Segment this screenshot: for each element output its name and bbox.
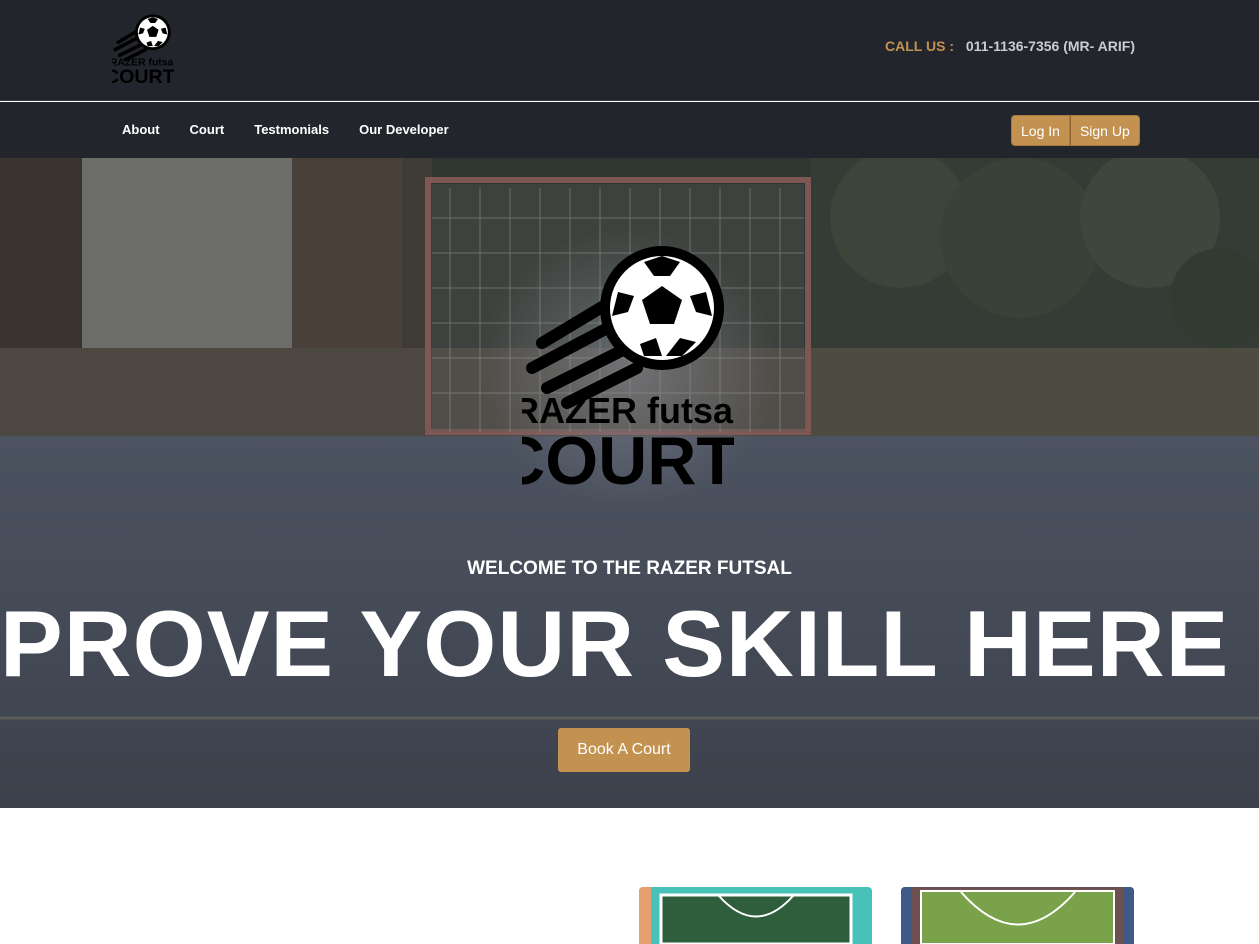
hero-logo-text-line2: COURT bbox=[522, 423, 734, 494]
court-thumbnail[interactable] bbox=[901, 887, 1134, 944]
auth-buttons: Log In Sign Up bbox=[1011, 115, 1140, 146]
nav-link-testimonials[interactable]: Testmonials bbox=[254, 122, 329, 137]
nav-link-court[interactable]: Court bbox=[190, 122, 225, 137]
soccer-ball-icon bbox=[113, 14, 171, 62]
nav-link-about[interactable]: About bbox=[122, 122, 160, 137]
site-logo[interactable]: RAZER futsal COURT bbox=[112, 12, 174, 86]
court-thumbnail[interactable] bbox=[639, 887, 872, 944]
top-header: RAZER futsal COURT CALL US : 011-1136-73… bbox=[0, 0, 1259, 101]
welcome-text: WELCOME TO THE RAZER FUTSAL bbox=[467, 558, 792, 579]
signup-button[interactable]: Sign Up bbox=[1069, 115, 1140, 146]
hero-headline: PROVE YOUR SKILL HERE !! bbox=[0, 591, 1259, 696]
login-button[interactable]: Log In bbox=[1011, 115, 1070, 146]
hero-logo: RAZER futsal COURT bbox=[522, 246, 734, 494]
nav-links: About Court Testmonials Our Developer bbox=[122, 122, 449, 137]
book-court-button[interactable]: Book A Court bbox=[558, 728, 690, 772]
call-number[interactable]: 011-1136-7356 (MR- ARIF) bbox=[966, 38, 1135, 54]
nav-link-our-developer[interactable]: Our Developer bbox=[359, 122, 449, 137]
logo-text-line2: COURT bbox=[112, 66, 174, 86]
navbar: About Court Testmonials Our Developer Lo… bbox=[0, 102, 1259, 158]
call-us: CALL US : 011-1136-7356 (MR- ARIF) bbox=[885, 38, 1135, 54]
hero-section: RAZER futsal COURT WELCOME TO THE RAZER … bbox=[0, 158, 1259, 808]
soccer-ball-icon bbox=[526, 246, 724, 409]
call-label: CALL US : bbox=[885, 38, 954, 54]
